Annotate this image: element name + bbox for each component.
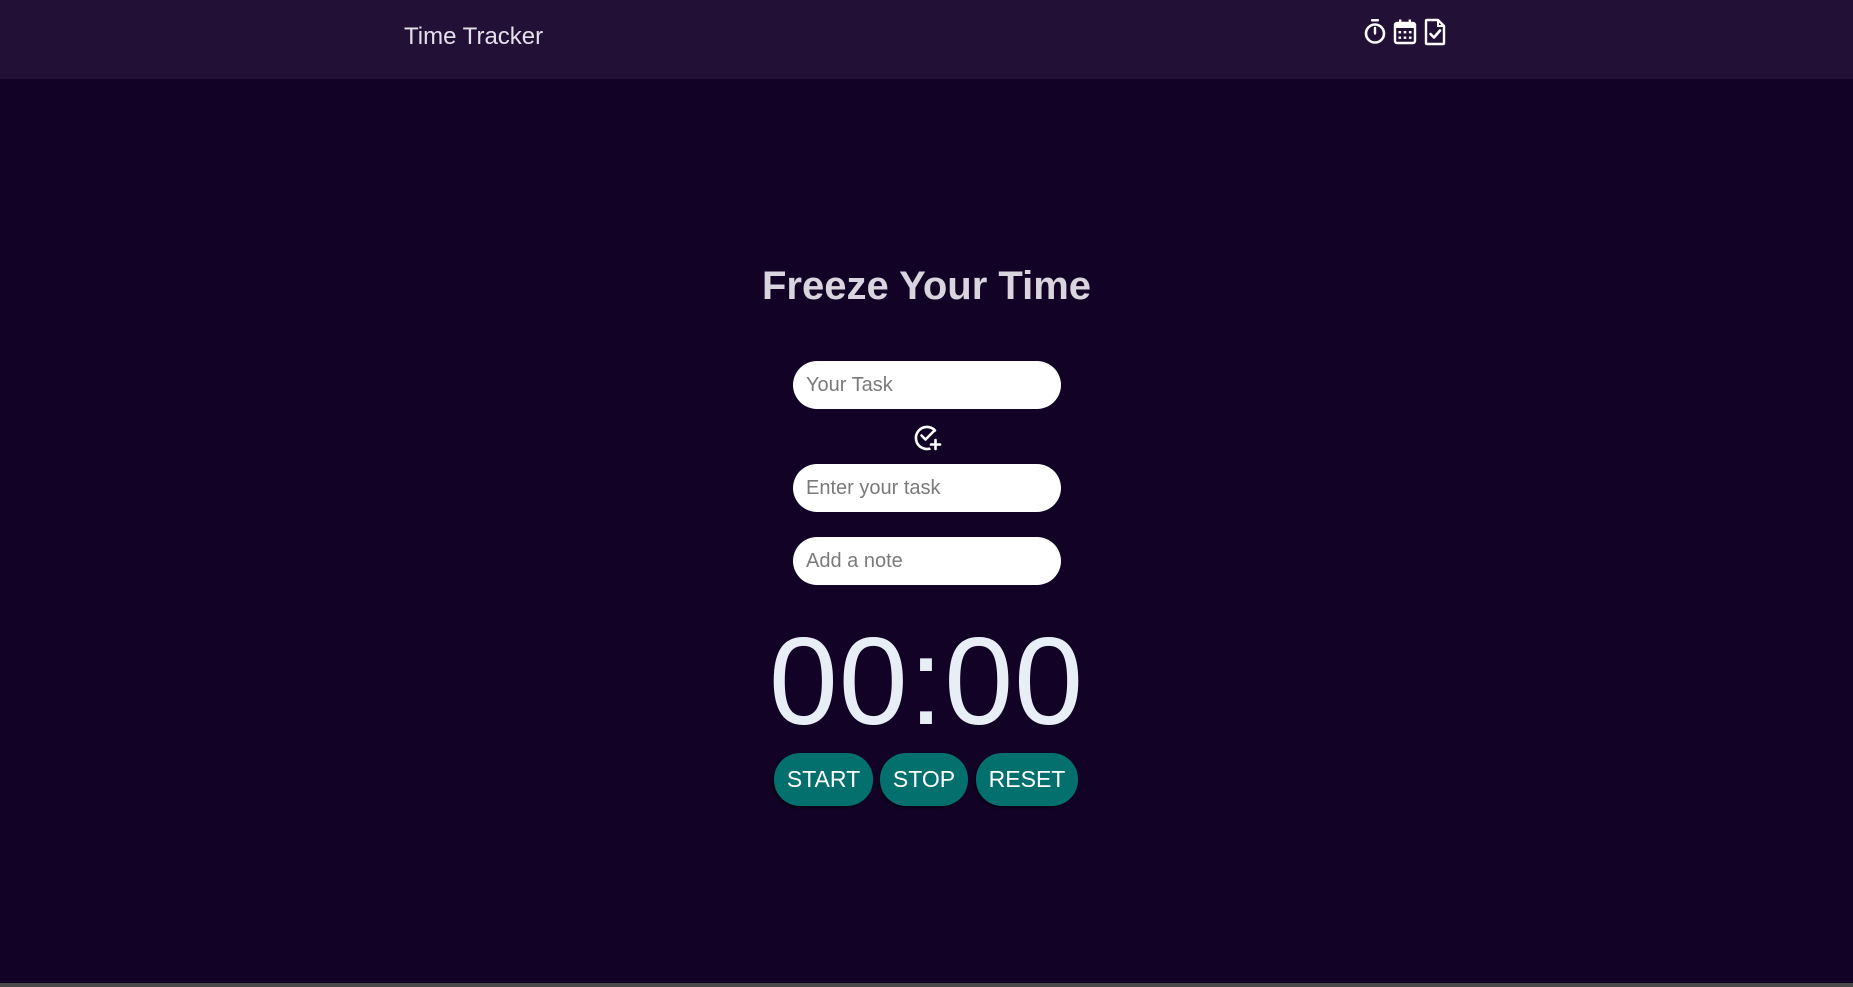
reset-button[interactable]: RESET [976,753,1078,806]
navbar: Time Tracker [0,0,1853,79]
page-heading: Freeze Your Time [761,264,1092,308]
calendar-icon[interactable] [1392,18,1418,46]
start-button[interactable]: START [774,753,873,806]
task-input[interactable] [793,361,1061,409]
note-input[interactable] [793,537,1061,585]
check-circle-plus-icon[interactable] [913,422,943,452]
timer-display: 00:00 [768,613,1085,751]
brand-title[interactable]: Time Tracker [404,22,543,52]
stopwatch-icon[interactable] [1362,18,1388,46]
page: Time Tracker Freeze Your Time Your Task … [0,0,1853,987]
stop-button[interactable]: STOP [880,753,968,806]
enter-task-input[interactable] [793,464,1061,512]
window-bottom-edge [0,983,1853,987]
nav-icons [1362,18,1448,48]
document-check-icon[interactable] [1422,18,1448,46]
